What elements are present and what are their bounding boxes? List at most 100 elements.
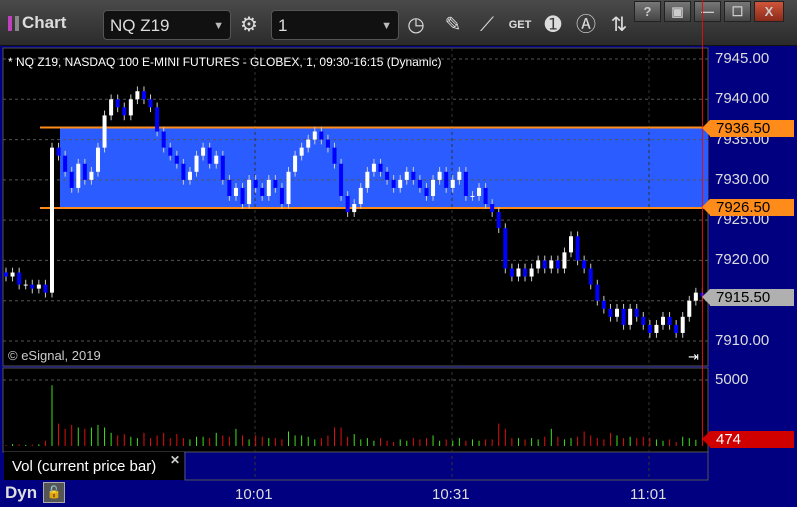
candle [628,308,633,325]
candle [312,131,317,140]
candle [457,171,462,180]
candle [496,212,501,229]
lock-icon[interactable]: 🔓 [43,482,65,503]
candle [509,268,514,277]
candle [444,171,449,188]
candle [693,292,698,301]
candle [562,252,567,269]
candle [437,171,442,180]
candle [411,171,416,180]
candle [503,228,508,269]
candle [621,308,626,325]
legend-strip [184,451,709,481]
time-label: 11:01 [630,486,667,503]
candle [207,147,212,164]
candle [450,179,455,188]
candle [661,316,665,325]
candle [194,155,199,172]
candle [233,187,238,196]
candle [404,171,409,180]
candle [260,187,265,196]
candle [89,171,94,180]
candle [647,324,652,333]
candle [174,155,179,164]
candle [483,187,488,205]
candle [227,179,232,196]
candle [391,179,396,188]
candle [398,179,403,188]
price-label: 7910.00 [715,331,770,349]
candle [332,147,337,164]
candle [654,324,659,333]
candle [17,272,22,285]
candle [641,316,646,325]
candle [595,284,600,301]
candle [306,139,311,148]
candle [279,187,284,205]
candle [470,195,475,197]
candle [582,260,587,269]
candle [155,107,160,132]
chart-canvas[interactable]: ⇥ [0,0,797,507]
dynamic-mode[interactable]: Dyn [5,483,37,503]
candle [10,272,15,277]
candle [680,316,685,333]
candle [667,316,672,325]
candle [385,171,390,180]
candle [687,300,692,317]
candle [122,107,127,116]
time-label: 10:01 [235,486,273,503]
volume-pane [2,367,709,453]
candle [293,155,298,172]
candle [569,236,574,253]
candle [365,171,370,188]
candle [43,284,48,293]
price-label: 7940.00 [715,90,770,108]
candle [608,308,613,317]
candle [378,163,383,172]
volume-legend: Vol (current price bar) [4,452,184,480]
candle [634,308,639,317]
candle [23,284,28,286]
candle [299,147,304,156]
candle [352,204,357,213]
candle [181,163,186,180]
candle [339,163,344,196]
close-study-icon[interactable]: ✕ [170,453,180,467]
candle [56,147,61,156]
candle [536,260,541,269]
candle [523,268,528,277]
candle [463,171,468,196]
candle [431,179,436,196]
zone-top-tag: 7936.50 [702,120,794,137]
candle [187,171,192,180]
candle [168,147,173,156]
candle [273,179,278,188]
candle [201,147,206,156]
candle [102,115,107,148]
candle [588,268,593,285]
scroll-end-icon: ⇥ [688,349,699,364]
candle [529,268,534,277]
candle [247,179,252,205]
candle [115,99,120,108]
candle [371,163,376,172]
candle [345,195,350,213]
candle [69,171,74,188]
candle [417,179,422,188]
candle [141,91,146,100]
candle [286,171,291,205]
candle [220,155,225,180]
candle [575,236,580,261]
candle [161,131,166,148]
candle [214,155,219,164]
candle [549,260,554,269]
candle [615,308,620,317]
zone-bottom-tag: 7926.50 [702,199,794,216]
candle [490,204,495,213]
candle [49,147,54,293]
candle [253,179,258,188]
last-price-tag: 7915.50 [702,289,794,306]
candle [82,163,87,180]
time-label: 10:31 [432,486,470,503]
